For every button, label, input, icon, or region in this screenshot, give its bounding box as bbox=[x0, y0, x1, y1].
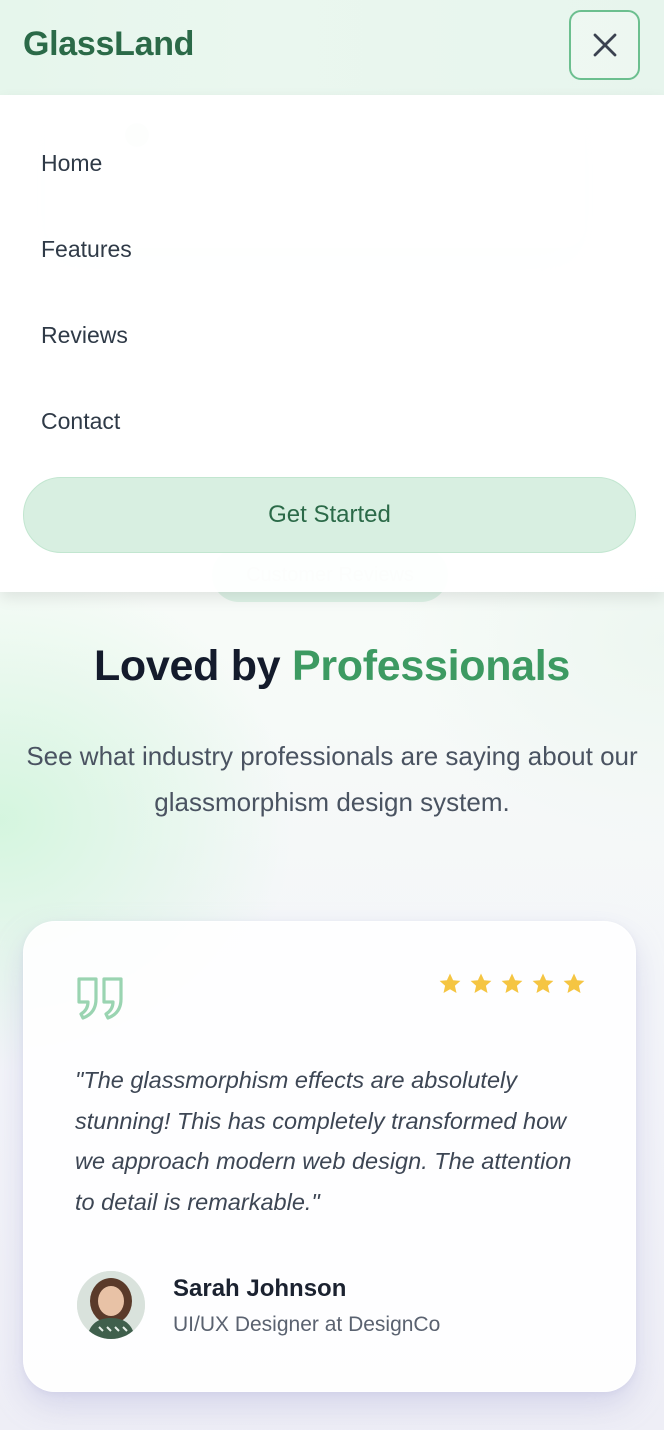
section-title-accent: Professionals bbox=[291, 642, 571, 690]
avatar bbox=[77, 1271, 145, 1339]
menu-item-contact[interactable]: Contact bbox=[41, 408, 120, 435]
star-rating bbox=[438, 972, 586, 996]
menu-item-features[interactable]: Features bbox=[41, 236, 132, 263]
close-icon bbox=[593, 33, 616, 57]
menu-item-home[interactable]: Home bbox=[41, 150, 102, 177]
section-subtitle: See what industry professionals are sayi… bbox=[26, 741, 638, 817]
mobile-menu: Home Features Reviews Contact Get Starte… bbox=[0, 95, 664, 592]
star-icon bbox=[563, 973, 585, 993]
testimonial-quote: "The glassmorphism effects are absolutel… bbox=[75, 1067, 572, 1215]
star-icon bbox=[532, 973, 554, 993]
close-menu-button[interactable] bbox=[569, 10, 640, 80]
menu-item-reviews[interactable]: Reviews bbox=[41, 322, 128, 349]
star-icon bbox=[439, 973, 461, 993]
author-role: UI/UX Designer at DesignCo bbox=[173, 1313, 441, 1336]
get-started-button[interactable]: Get Started bbox=[23, 477, 636, 553]
author-name: Sarah Johnson bbox=[173, 1275, 347, 1302]
star-icon bbox=[501, 973, 523, 993]
section-title-prefix: Loved by bbox=[93, 642, 281, 690]
logo[interactable]: GlassLand bbox=[23, 25, 194, 64]
quote-icon bbox=[77, 977, 123, 1020]
section-title: Loved by Professionals bbox=[0, 642, 664, 691]
star-icon bbox=[470, 973, 492, 993]
site-header: GlassLand bbox=[0, 0, 664, 95]
testimonial-card: "The glassmorphism effects are absolutel… bbox=[23, 921, 636, 1392]
